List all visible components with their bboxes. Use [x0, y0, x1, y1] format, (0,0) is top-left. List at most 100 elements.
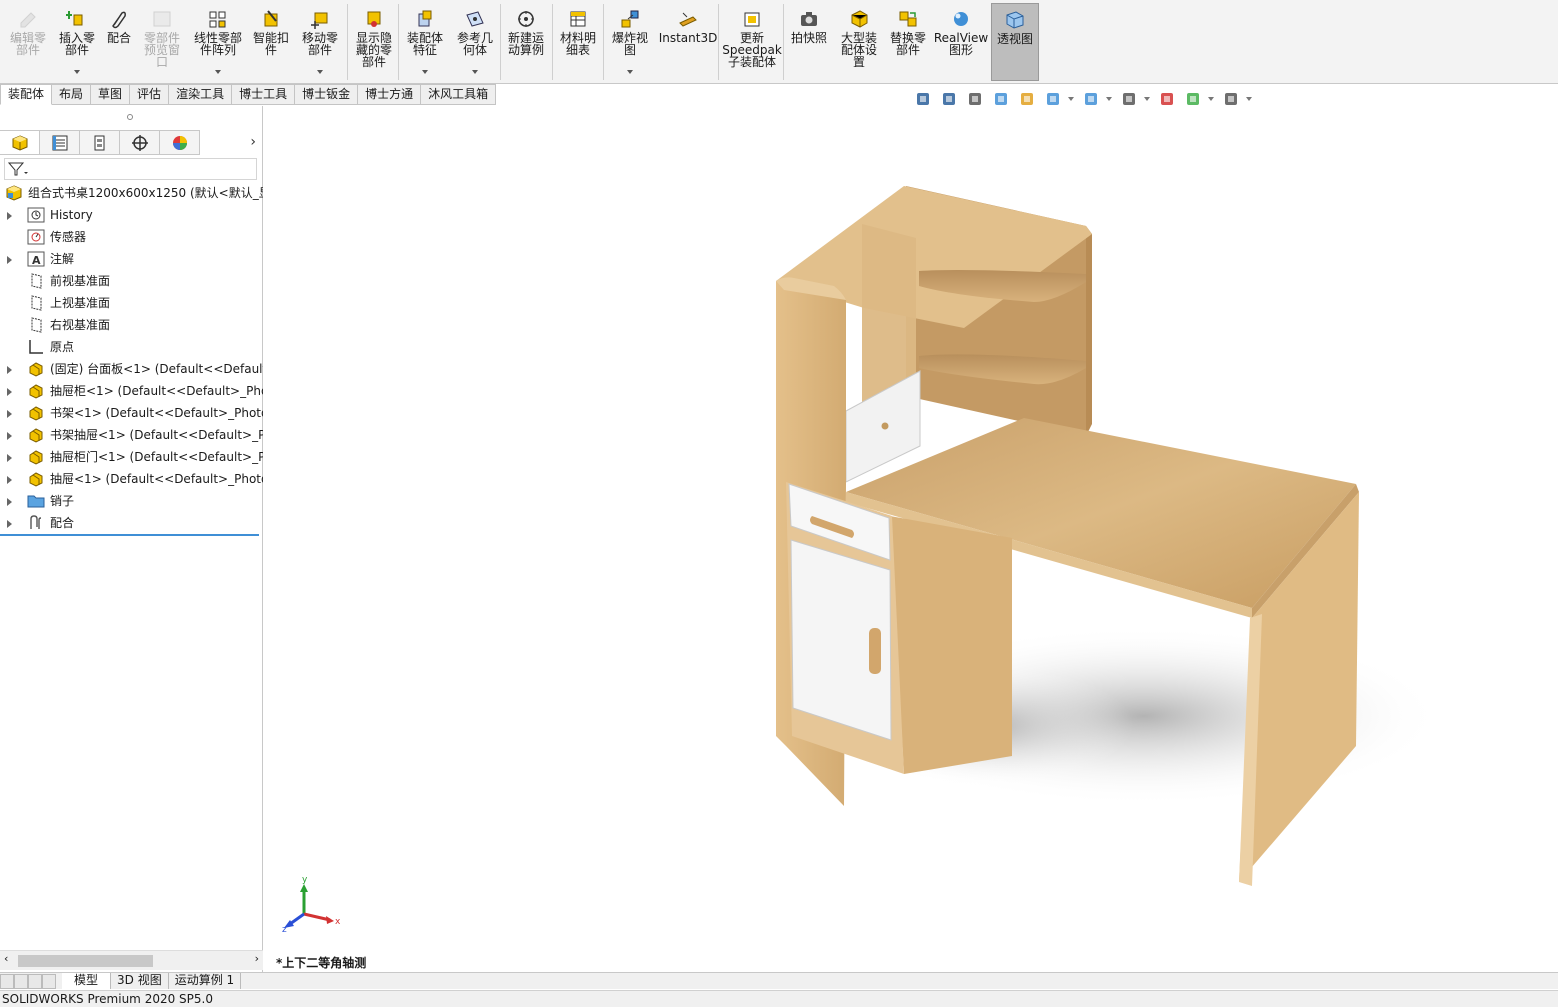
chevron-down-icon[interactable]: [74, 70, 80, 74]
panel-horizontal-scrollbar[interactable]: ‹ ›: [0, 950, 263, 970]
take-snapshot-button[interactable]: 拍快照: [787, 3, 831, 81]
move-component-button[interactable]: 移动零 部件: [298, 3, 342, 81]
tab-0[interactable]: 装配体: [0, 84, 53, 105]
tree-item-icon: [27, 229, 45, 245]
tree-item[interactable]: 配合: [0, 512, 263, 534]
smart-fasteners-button[interactable]: 智能扣 件: [250, 3, 292, 81]
linear-pattern-button[interactable]: 线性零部 件阵列: [190, 3, 246, 81]
scroll-left-icon[interactable]: ‹: [4, 952, 8, 965]
expand-arrow-icon[interactable]: [7, 476, 12, 484]
chevron-down-icon[interactable]: [1068, 97, 1074, 101]
tree-item-label: History: [50, 208, 93, 222]
tree-item[interactable]: 上视基准面: [0, 292, 263, 314]
expand-arrow-icon[interactable]: [7, 212, 12, 220]
tab-5[interactable]: 博士工具: [232, 84, 296, 105]
component-preview-button[interactable]: 零部件 预览窗 口: [138, 3, 186, 81]
panel-scroll-right-icon[interactable]: ›: [250, 134, 256, 150]
expand-arrow-icon[interactable]: [7, 256, 12, 264]
large-assembly-button[interactable]: 大型装 配体设 置: [836, 3, 882, 81]
expand-arrow-icon[interactable]: [7, 520, 12, 528]
tab-feature-manager[interactable]: [0, 130, 40, 155]
tree-item[interactable]: 抽屉柜门<1> (Default<<Default>_PhotoWorks Di…: [0, 446, 263, 468]
chevron-down-icon[interactable]: [627, 70, 633, 74]
expand-arrow-icon[interactable]: [7, 410, 12, 418]
chevron-down-icon[interactable]: [317, 70, 323, 74]
panel-grip-icon[interactable]: [127, 114, 133, 120]
tree-item[interactable]: 书架<1> (Default<<Default>_PhotoWorks Disp…: [0, 402, 263, 424]
realview-button[interactable]: RealView 图形: [934, 3, 988, 81]
perspective-button[interactable]: 透视图: [991, 3, 1039, 81]
take-snapshot-label: 拍快照: [790, 31, 827, 45]
graphics-area[interactable]: y x z *上下二等角轴测: [264, 106, 1558, 972]
expand-arrow-icon[interactable]: [7, 454, 12, 462]
tab-2[interactable]: 草图: [91, 84, 131, 105]
tree-item[interactable]: A 注解: [0, 248, 263, 270]
update-speedpak-button[interactable]: 更新 Speedpak 子装配体: [722, 3, 782, 81]
tree-item-icon: [27, 405, 45, 421]
chevron-down-icon[interactable]: [1106, 97, 1112, 101]
tree-item[interactable]: History: [0, 204, 263, 226]
replace-components-button[interactable]: 替换零 部件: [886, 3, 930, 81]
feature-tree: 组合式书桌1200x600x1250 (默认<默认_显示状态-1>) Histor…: [0, 182, 263, 534]
tab-6[interactable]: 博士钣金: [295, 84, 359, 105]
exploded-view-button[interactable]: 爆炸视 图: [608, 3, 652, 81]
tree-item[interactable]: 抽屉柜<1> (Default<<Default>_PhotoWorks Dis…: [0, 380, 263, 402]
tab-display-manager[interactable]: [160, 130, 200, 155]
show-hidden-button[interactable]: 显示隐 藏的零 部件: [350, 3, 398, 81]
bottom-tab-2[interactable]: 运动算例 1: [168, 973, 242, 989]
ribbon-separator: [347, 4, 348, 80]
tree-item[interactable]: 前视基准面: [0, 270, 263, 292]
tab-8[interactable]: 沐风工具箱: [421, 84, 497, 105]
tree-item[interactable]: 书架抽屉<1> (Default<<Default>_PhotoWorks Di…: [0, 424, 263, 446]
expand-arrow-icon[interactable]: [7, 366, 12, 374]
bottom-tab-0[interactable]: 模型: [62, 973, 112, 989]
tree-item[interactable]: 原点: [0, 336, 263, 358]
smart-fastener-icon: [260, 9, 282, 29]
mate-button[interactable]: 配合: [103, 3, 135, 81]
tree-item[interactable]: (固定) 台面板<1> (Default<<Default>_PhotoWork…: [0, 358, 263, 380]
feature-tree-filter[interactable]: [4, 158, 257, 180]
chevron-down-icon[interactable]: [1246, 97, 1252, 101]
chevron-down-icon[interactable]: [1144, 97, 1150, 101]
scrollbar-thumb[interactable]: [18, 955, 153, 967]
tree-item[interactable]: 右视基准面: [0, 314, 263, 336]
tab-configuration-manager[interactable]: [80, 130, 120, 155]
chevron-down-icon[interactable]: [1208, 97, 1214, 101]
assembly-features-button[interactable]: 装配体 特征: [402, 3, 448, 81]
tree-item[interactable]: 传感器: [0, 226, 263, 248]
expand-arrow-icon[interactable]: [7, 432, 12, 440]
tab-7[interactable]: 博士方通: [358, 84, 422, 105]
last-tab-nav-icon[interactable]: [42, 974, 56, 989]
new-motion-study-label: 新建运 动算例: [507, 31, 544, 57]
expand-arrow-icon[interactable]: [7, 388, 12, 396]
first-tab-nav-icon[interactable]: [0, 974, 14, 989]
bill-of-materials-button[interactable]: 材料明 细表: [555, 3, 601, 81]
tab-dimxpert-manager[interactable]: [120, 130, 160, 155]
edit-component-label: 编辑零 部件: [9, 31, 46, 57]
status-bar: SOLIDWORKS Premium 2020 SP5.0: [0, 990, 1558, 1007]
edit-component-button[interactable]: 编辑零 部件: [6, 3, 50, 81]
chevron-down-icon[interactable]: [215, 70, 221, 74]
tab-3[interactable]: 评估: [130, 84, 170, 105]
chevron-down-icon[interactable]: [472, 70, 478, 74]
next-tab-nav-icon[interactable]: [28, 974, 42, 989]
tab-4[interactable]: 渲染工具: [169, 84, 233, 105]
chevron-down-icon[interactable]: [422, 70, 428, 74]
tree-item-icon: [27, 295, 45, 311]
reference-geometry-button[interactable]: 参考几 何体: [453, 3, 497, 81]
ribbon-separator: [718, 4, 719, 80]
rollback-bar[interactable]: [0, 534, 259, 536]
tree-item[interactable]: 销子: [0, 490, 263, 512]
tab-1[interactable]: 布局: [52, 84, 92, 105]
bottom-tab-1[interactable]: 3D 视图: [111, 973, 169, 989]
prev-tab-nav-icon[interactable]: [14, 974, 28, 989]
instant3d-button[interactable]: Instant3D: [659, 3, 717, 81]
tab-property-manager[interactable]: [40, 130, 80, 155]
scroll-right-icon[interactable]: ›: [255, 952, 259, 965]
insert-components-button[interactable]: 插入零 部件: [55, 3, 99, 81]
tree-root-assembly[interactable]: 组合式书桌1200x600x1250 (默认<默认_显示状态-1>): [0, 182, 263, 204]
new-motion-study-button[interactable]: 新建运 动算例: [503, 3, 549, 81]
component-preview-label: 零部件 预览窗 口: [143, 31, 180, 69]
expand-arrow-icon[interactable]: [7, 498, 12, 506]
tree-item[interactable]: 抽屉<1> (Default<<Default>_PhotoWorks Disp…: [0, 468, 263, 490]
